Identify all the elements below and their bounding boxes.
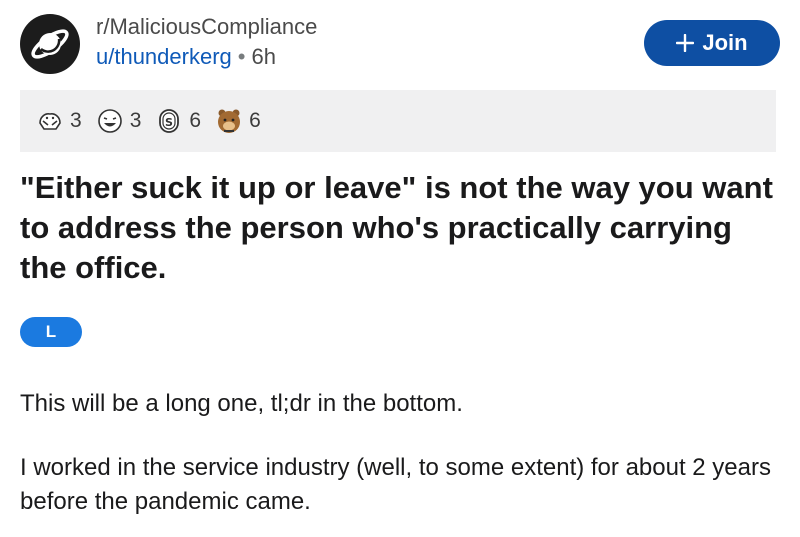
award-count: 6: [249, 109, 261, 132]
subreddit-name[interactable]: r/MaliciousCompliance: [96, 12, 317, 42]
author-username[interactable]: u/thunderkerg: [96, 44, 232, 69]
hugz-award-icon: [36, 107, 64, 135]
post-body-paragraph: I worked in the service industry (well, …: [20, 454, 771, 515]
join-button[interactable]: Join: [644, 20, 780, 66]
post-title[interactable]: "Either suck it up or leave" is not the …: [20, 168, 780, 288]
meta-separator: •: [237, 44, 246, 69]
svg-text:S: S: [165, 116, 173, 129]
award-count: 3: [129, 109, 142, 132]
awards-bar[interactable]: 3 3 S 6 6: [20, 90, 776, 152]
subreddit-avatar[interactable]: [20, 14, 80, 74]
silver-award-icon: S: [155, 107, 183, 135]
post-body-paragraph: This will be a long one, tl;dr in the bo…: [20, 390, 463, 417]
award-count: 3: [70, 109, 82, 132]
laughing-face-award-icon: [96, 107, 124, 135]
join-label: Join: [702, 30, 748, 55]
award-count: 6: [189, 109, 202, 132]
post-meta: r/MaliciousCompliance u/thunderkerg • 6h: [96, 12, 317, 72]
post-age: 6h: [251, 44, 276, 69]
bear-award-icon: [215, 107, 243, 135]
author-line: u/thunderkerg • 6h: [96, 42, 317, 72]
award-laughing[interactable]: 3: [96, 107, 142, 135]
award-hugz[interactable]: 3: [36, 107, 82, 135]
post-header: r/MaliciousCompliance u/thunderkerg • 6h J…: [20, 10, 780, 78]
post-flair[interactable]: L: [20, 317, 82, 347]
award-silver[interactable]: S 6: [155, 107, 201, 135]
award-bear[interactable]: 6: [215, 107, 261, 135]
planet-icon: [31, 29, 69, 59]
plus-icon: [676, 34, 695, 52]
